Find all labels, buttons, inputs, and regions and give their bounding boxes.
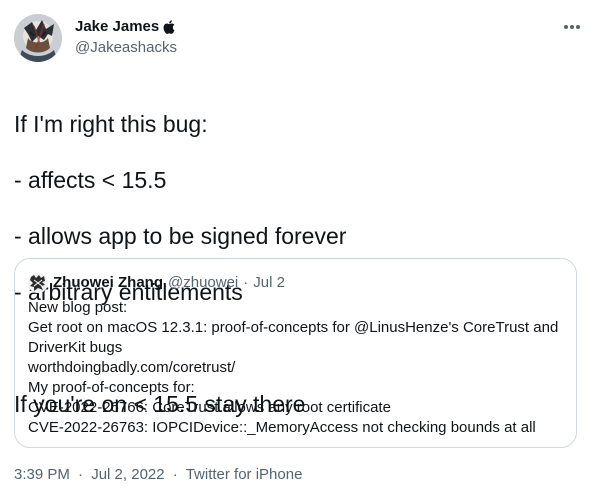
- quoted-separator: ·: [243, 274, 249, 291]
- more-horizontal-icon: [564, 25, 580, 29]
- apple-icon: [163, 20, 175, 34]
- quoted-line: CVE-2022-26766: CoreTrust allows any roo…: [28, 399, 391, 416]
- quoted-tweet-header: Zhuowei Zhang @zhuowei · Jul 2: [28, 273, 285, 293]
- tweet-date-link[interactable]: Jul 2, 2022: [91, 466, 164, 483]
- quoted-line: CVE-2022-26763: IOPCIDevice::_MemoryAcce…: [28, 419, 536, 436]
- tweet-meta: 3:39 PM · Jul 2, 2022 · Twitter for iPho…: [14, 465, 302, 485]
- quoted-line: DriverKit bugs: [28, 339, 123, 356]
- meta-separator: ·: [78, 466, 84, 483]
- quoted-line: New blog post:: [28, 299, 128, 316]
- tweet-line: - affects < 15.5: [14, 167, 167, 193]
- quoted-link[interactable]: worthdoingbadly.com/coretrust/: [28, 358, 568, 378]
- avatar-image: [14, 14, 62, 62]
- more-button[interactable]: [559, 14, 585, 40]
- author-display-name[interactable]: Jake James: [75, 16, 159, 38]
- tweet-line: If I'm right this bug:: [14, 111, 208, 137]
- quoted-tweet-card[interactable]: Zhuowei Zhang @zhuowei · Jul 2 New blog …: [14, 258, 577, 448]
- quoted-line: Get root on macOS 12.3.1: proof-of-conce…: [28, 319, 559, 336]
- quoted-display-name: Zhuowei Zhang: [53, 274, 163, 291]
- tweet-source-link[interactable]: Twitter for iPhone: [186, 466, 303, 483]
- author-info: Jake James @Jakeashacks: [75, 16, 177, 58]
- quoted-avatar: [28, 273, 48, 293]
- quoted-line: My proof-of-concepts for:: [28, 379, 195, 396]
- quoted-handle: @zhuowei: [168, 274, 239, 291]
- tweet-line: - allows app to be signed forever: [14, 223, 347, 249]
- display-name-row: Jake James: [75, 16, 177, 38]
- quoted-date: Jul 2: [253, 274, 285, 291]
- author-handle[interactable]: @Jakeashacks: [75, 38, 177, 58]
- tweet: Jake James @Jakeashacks If I'm right thi…: [0, 0, 599, 503]
- meta-separator: ·: [172, 466, 178, 483]
- tweet-time-link[interactable]: 3:39 PM: [14, 466, 70, 483]
- quoted-tweet-text: New blog post: Get root on macOS 12.3.1:…: [28, 298, 568, 438]
- avatar[interactable]: [14, 14, 62, 62]
